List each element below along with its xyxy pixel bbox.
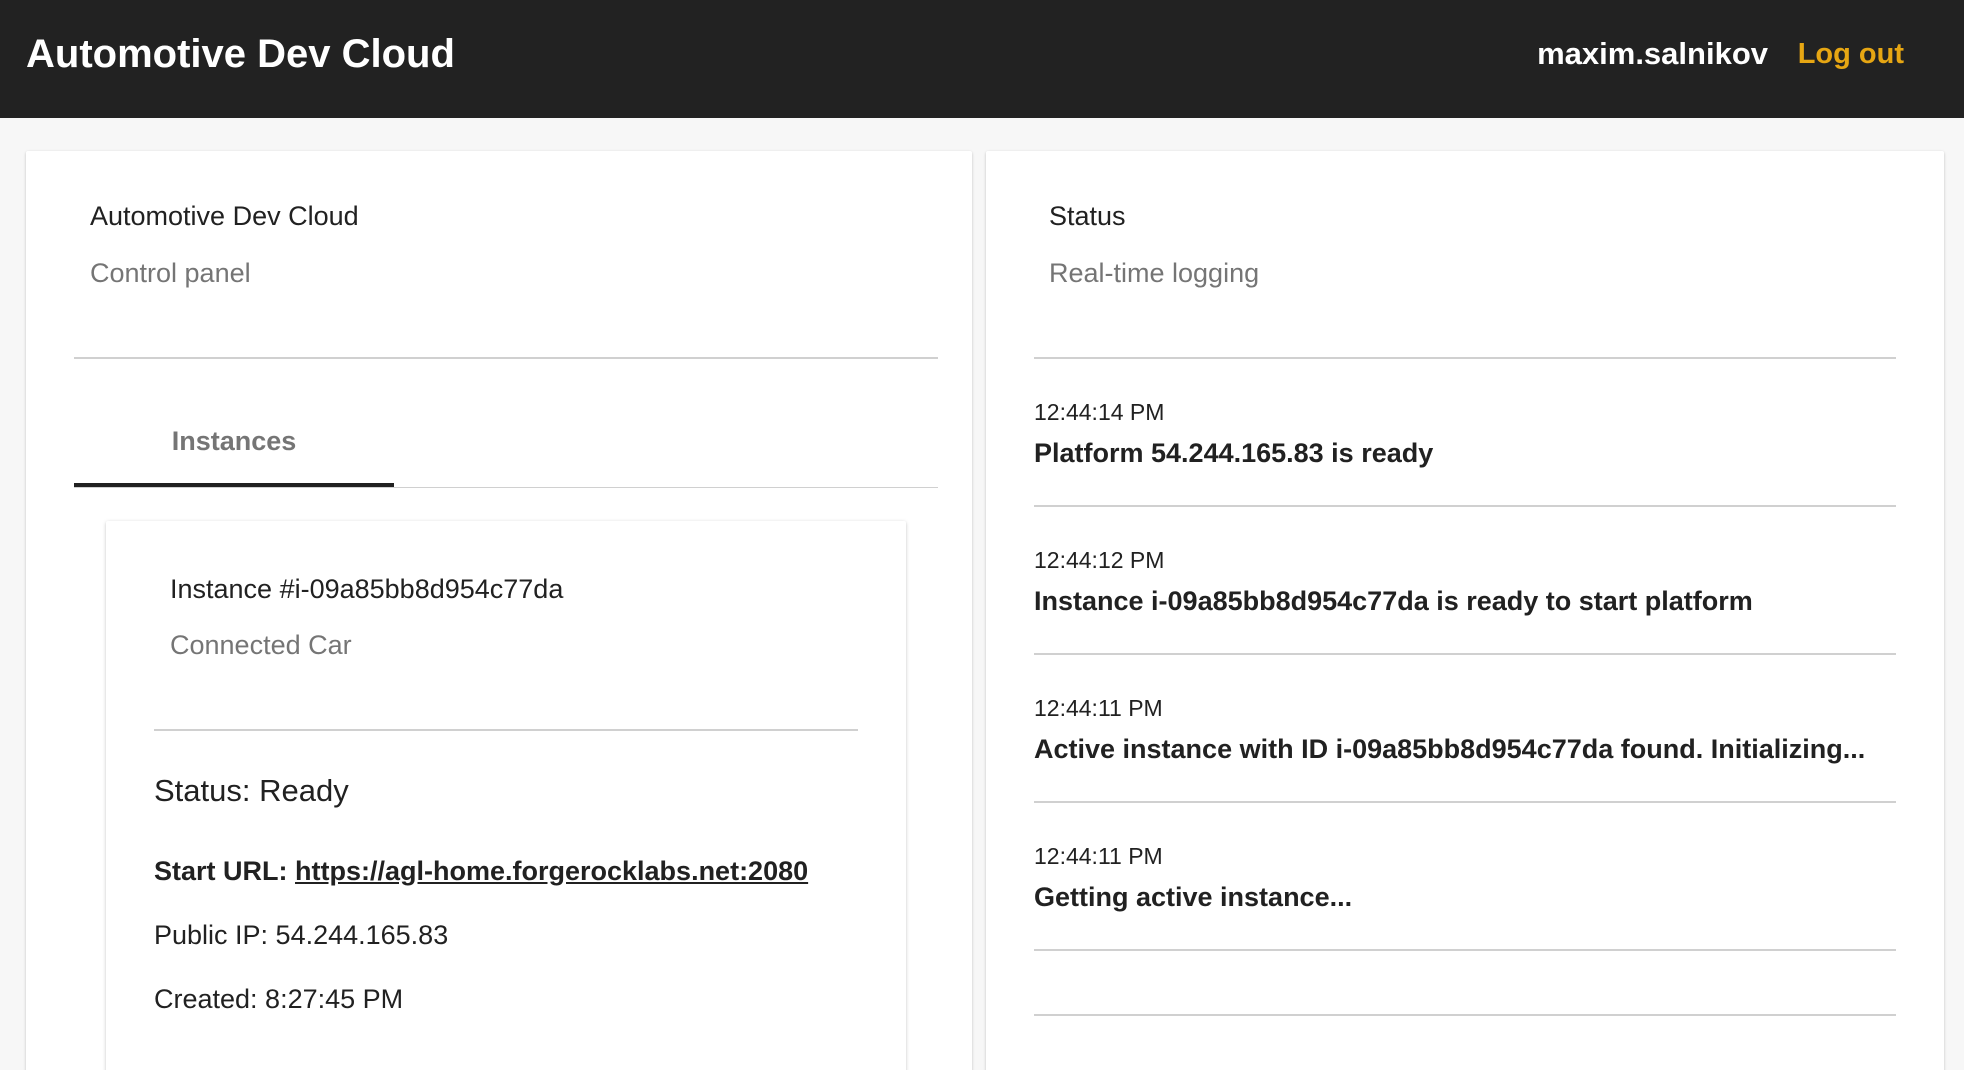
app-title: Automotive Dev Cloud xyxy=(26,32,455,76)
log-message: Getting active instance... xyxy=(1034,882,1353,912)
app-header: Automotive Dev Cloud maxim.salnikov Log … xyxy=(0,0,1964,118)
log-timestamp: 12:44:11 PM xyxy=(1034,843,1163,869)
instance-status: Status: Ready xyxy=(154,773,349,808)
log-divider xyxy=(1034,1014,1896,1016)
created-time: Created: 8:27:45 PM xyxy=(154,984,404,1014)
instance-title: Instance #i-09a85bb8d954c77da xyxy=(170,574,564,604)
control-panel-subtitle: Control panel xyxy=(90,258,251,288)
log-entry: 12:44:11 PM Active instance with ID i-09… xyxy=(1034,693,1896,767)
tab-instances[interactable]: Instances xyxy=(74,413,394,489)
log-timestamp: 12:44:14 PM xyxy=(1034,399,1165,425)
log-message: Platform 54.244.165.83 is ready xyxy=(1034,438,1434,468)
instance-subtitle: Connected Car xyxy=(170,630,352,660)
control-panel-card: Automotive Dev Cloud Control panel Insta… xyxy=(26,151,972,1070)
log-message: Instance i-09a85bb8d954c77da is ready to… xyxy=(1034,586,1753,616)
log-message: Active instance with ID i-09a85bb8d954c7… xyxy=(1034,734,1866,764)
log-divider xyxy=(1034,801,1896,803)
instance-divider xyxy=(154,729,858,731)
username-label: maxim.salnikov xyxy=(1537,36,1768,71)
instance-card: Instance #i-09a85bb8d954c77da Connected … xyxy=(106,521,906,1070)
public-ip: Public IP: 54.244.165.83 xyxy=(154,920,449,950)
start-url-link[interactable]: https://agl-home.forgerocklabs.net:2080 xyxy=(295,856,808,886)
status-panel-subtitle: Real-time logging xyxy=(1049,258,1260,288)
header-divider xyxy=(1034,357,1896,359)
header-divider xyxy=(74,357,938,359)
logout-button[interactable]: Log out xyxy=(1798,34,1904,74)
control-panel-title: Automotive Dev Cloud xyxy=(90,201,359,231)
log-divider xyxy=(1034,505,1896,507)
log-divider xyxy=(1034,653,1896,655)
start-url-row: Start URL: https://agl-home.forgerocklab… xyxy=(154,853,808,889)
log-divider xyxy=(1034,949,1896,951)
log-entry: 12:44:14 PM Platform 54.244.165.83 is re… xyxy=(1034,397,1896,471)
log-entry: 12:44:12 PM Instance i-09a85bb8d954c77da… xyxy=(1034,545,1896,619)
tab-bar-divider xyxy=(74,487,938,488)
status-panel-card: Status Real-time logging 12:44:14 PM Pla… xyxy=(986,151,1944,1070)
log-timestamp: 12:44:12 PM xyxy=(1034,547,1165,573)
log-entry: 12:44:11 PM Getting active instance... xyxy=(1034,841,1896,915)
start-url-label: Start URL: xyxy=(154,856,288,886)
log-timestamp: 12:44:11 PM xyxy=(1034,695,1163,721)
status-panel-title: Status xyxy=(1049,201,1126,231)
